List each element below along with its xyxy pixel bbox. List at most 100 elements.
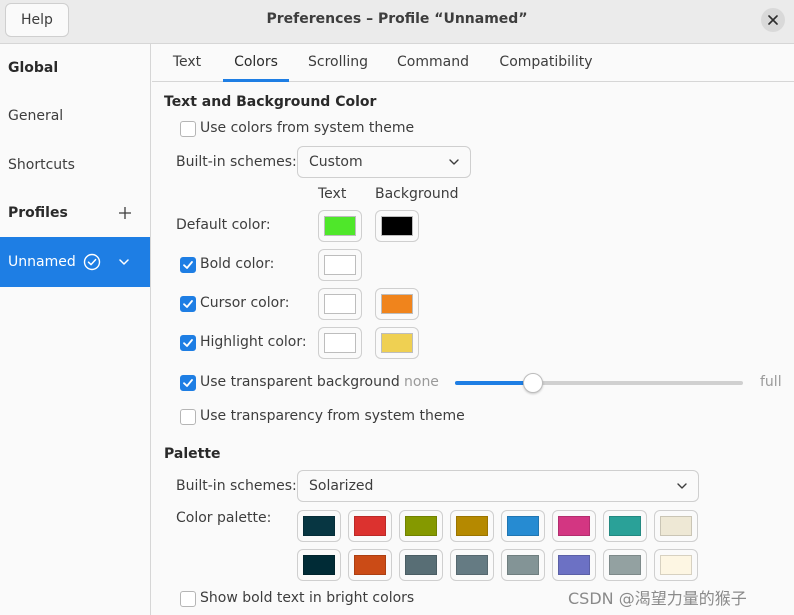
bold-text-color-button[interactable] [318, 249, 362, 281]
cursor-color-label: Cursor color: [200, 295, 290, 311]
palette-color-button[interactable] [501, 549, 545, 581]
palette-color-button[interactable] [654, 510, 698, 542]
color-swatch [324, 294, 356, 314]
color-swatch [324, 333, 356, 353]
check-icon [183, 339, 193, 347]
sidebar-item-general[interactable]: General [0, 92, 150, 140]
chevron-down-icon[interactable] [117, 255, 131, 269]
color-swatch [609, 555, 641, 575]
sidebar-heading-global: Global [8, 60, 59, 76]
sidebar-heading-profiles: Profiles [0, 189, 150, 237]
use-system-colors-checkbox[interactable] [180, 121, 196, 137]
palette-color-button[interactable] [603, 549, 647, 581]
close-button[interactable] [761, 8, 785, 32]
sidebar: Global General Shortcuts Profiles Unname… [0, 44, 151, 615]
palette-color-button[interactable] [654, 549, 698, 581]
slider-handle[interactable] [522, 373, 543, 393]
palette-color-button[interactable] [603, 510, 647, 542]
color-swatch [660, 555, 692, 575]
default-text-color-button[interactable] [318, 210, 362, 242]
section-heading-palette: Palette [164, 446, 221, 462]
chevron-down-icon [677, 483, 687, 489]
watermark: CSDN @渴望力量的猴子 [568, 589, 747, 608]
highlight-color-checkbox[interactable] [180, 335, 196, 351]
color-swatch [507, 555, 539, 575]
system-transparency-checkbox[interactable] [180, 409, 196, 425]
tab-compatibility[interactable]: Compatibility [488, 44, 604, 81]
palette-color-button[interactable] [399, 549, 443, 581]
column-heading-text: Text [318, 186, 347, 202]
color-swatch [405, 516, 437, 536]
add-profile-icon[interactable] [117, 205, 133, 221]
tab-colors[interactable]: Colors [223, 44, 289, 82]
builtin-schemes-dropdown[interactable]: Custom [297, 146, 471, 178]
palette-builtin-schemes-value: Solarized [309, 478, 374, 494]
palette-color-button[interactable] [399, 510, 443, 542]
color-palette-label: Color palette: [176, 510, 272, 526]
palette-color-button[interactable] [552, 549, 596, 581]
transparency-max-label: full [760, 374, 782, 390]
palette-builtin-schemes-dropdown[interactable]: Solarized [297, 470, 699, 502]
bold-bright-label: Show bold text in bright colors [200, 590, 415, 606]
tab-text[interactable]: Text [159, 44, 215, 81]
system-transparency-label: Use transparency from system theme [200, 408, 465, 424]
profile-label: Unnamed [8, 254, 76, 270]
colors-panel: Text and Background Color Use colors fro… [152, 83, 794, 615]
transparency-slider[interactable] [455, 373, 743, 393]
color-swatch [558, 555, 590, 575]
check-icon [183, 379, 193, 387]
section-heading-text-bg: Text and Background Color [164, 94, 377, 110]
highlight-background-color-button[interactable] [375, 327, 419, 359]
transparent-bg-label: Use transparent background [200, 374, 400, 390]
palette-color-button[interactable] [297, 510, 341, 542]
close-icon [768, 15, 778, 25]
color-swatch [558, 516, 590, 536]
palette-color-button[interactable] [450, 549, 494, 581]
column-heading-background: Background [375, 186, 459, 202]
color-swatch [381, 294, 413, 314]
bold-color-label: Bold color: [200, 256, 275, 272]
palette-color-button[interactable] [552, 510, 596, 542]
cursor-background-color-button[interactable] [375, 288, 419, 320]
default-profile-check-icon [83, 253, 101, 271]
palette-color-button[interactable] [501, 510, 545, 542]
color-swatch [324, 216, 356, 236]
palette-color-button[interactable] [348, 549, 392, 581]
palette-color-button[interactable] [348, 510, 392, 542]
bold-color-checkbox[interactable] [180, 257, 196, 273]
sidebar-item-profile-unnamed[interactable]: Unnamed [0, 237, 150, 287]
help-button[interactable]: Help [5, 3, 69, 37]
use-system-colors-label: Use colors from system theme [200, 120, 415, 136]
transparent-bg-checkbox[interactable] [180, 375, 196, 391]
color-swatch [456, 516, 488, 536]
palette-color-button[interactable] [450, 510, 494, 542]
transparency-min-label: none [404, 374, 439, 390]
color-swatch [324, 255, 356, 275]
tab-bar: Text Colors Scrolling Command Compatibil… [152, 44, 794, 82]
default-background-color-button[interactable] [375, 210, 419, 242]
color-swatch [303, 555, 335, 575]
color-swatch [381, 216, 413, 236]
cursor-text-color-button[interactable] [318, 288, 362, 320]
sidebar-item-label: Shortcuts [8, 157, 75, 173]
profiles-heading-label: Profiles [8, 205, 68, 221]
window-title: Preferences – Profile “Unnamed” [266, 11, 528, 27]
bold-bright-checkbox[interactable] [180, 591, 196, 607]
check-icon [183, 261, 193, 269]
highlight-color-label: Highlight color: [200, 334, 307, 350]
palette-builtin-schemes-label: Built-in schemes: [176, 478, 297, 494]
builtin-schemes-value: Custom [309, 154, 363, 170]
palette-color-button[interactable] [297, 549, 341, 581]
tab-command[interactable]: Command [387, 44, 479, 81]
color-swatch [609, 516, 641, 536]
slider-fill [455, 381, 533, 385]
sidebar-item-shortcuts[interactable]: Shortcuts [0, 141, 150, 189]
color-swatch [354, 516, 386, 536]
cursor-color-checkbox[interactable] [180, 296, 196, 312]
default-color-label: Default color: [176, 217, 271, 233]
highlight-text-color-button[interactable] [318, 327, 362, 359]
tab-scrolling[interactable]: Scrolling [296, 44, 380, 81]
color-swatch [405, 555, 437, 575]
check-icon [183, 300, 193, 308]
color-swatch [303, 516, 335, 536]
